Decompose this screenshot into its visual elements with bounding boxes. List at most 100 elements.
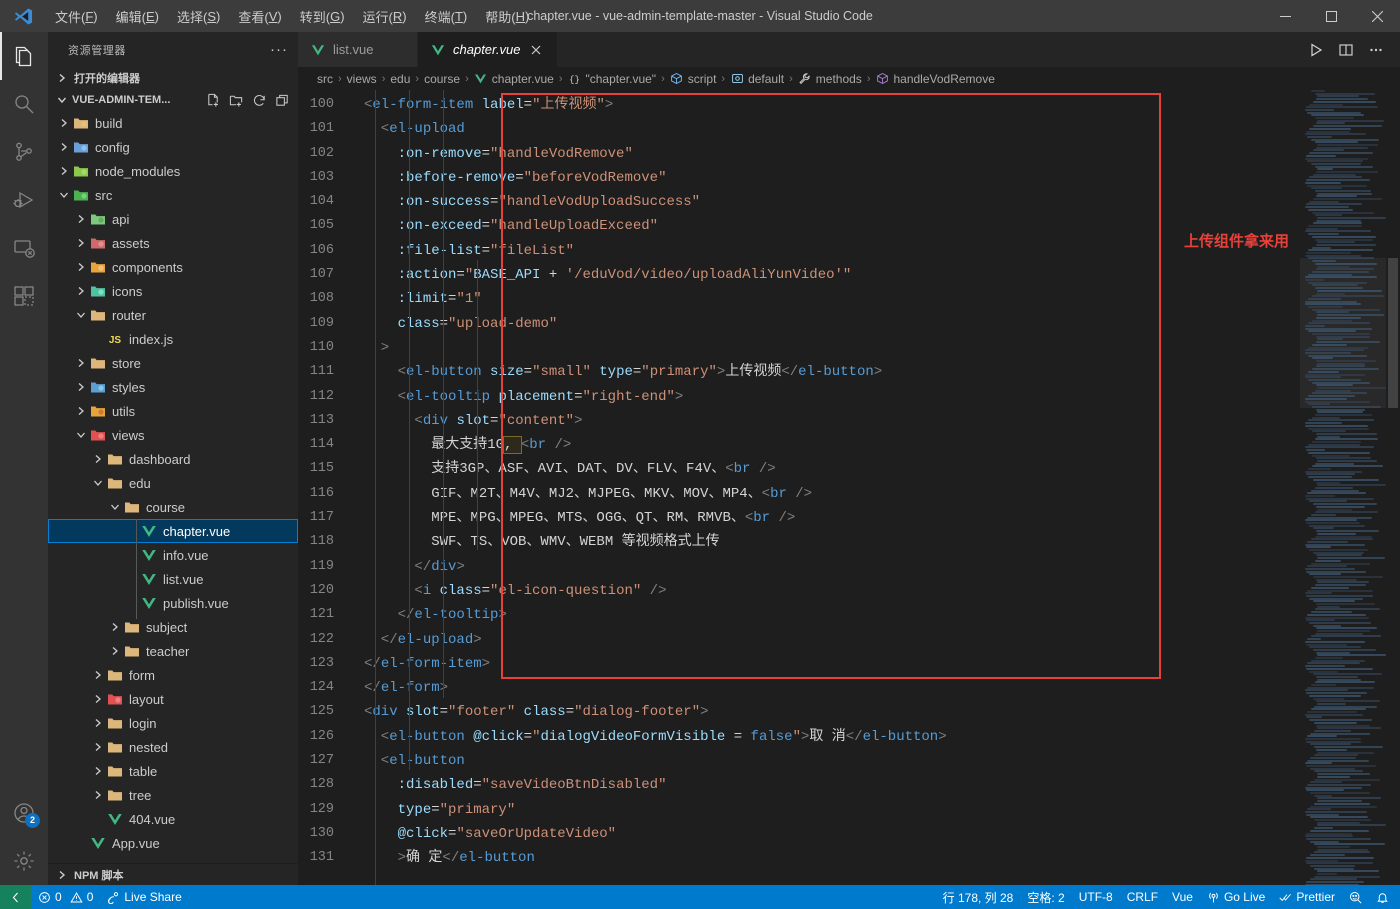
tree-folder-layout[interactable]: layout: [48, 687, 298, 711]
tree-folder-store[interactable]: store: [48, 351, 298, 375]
tree-folder-login[interactable]: login: [48, 711, 298, 735]
npm-scripts-section[interactable]: NPM 脚本: [48, 863, 298, 885]
tree-folder-node_modules[interactable]: node_modules: [48, 159, 298, 183]
code-line[interactable]: <i class="el-icon-question" />: [354, 579, 1300, 603]
tree-file-App-vue[interactable]: App.vue: [48, 831, 298, 855]
tree-folder-assets[interactable]: assets: [48, 231, 298, 255]
tree-folder-teacher[interactable]: teacher: [48, 639, 298, 663]
code-line[interactable]: 最大支持1G, <br />: [354, 433, 1300, 457]
code-line[interactable]: :before-remove="beforeVodRemove": [354, 166, 1300, 190]
tree-folder-build[interactable]: build: [48, 111, 298, 135]
tree-folder-src[interactable]: src: [48, 183, 298, 207]
menu-edit[interactable]: 编辑(E): [107, 4, 168, 28]
tree-folder-edu[interactable]: edu: [48, 471, 298, 495]
activity-search[interactable]: [0, 80, 48, 128]
activity-remote[interactable]: [0, 224, 48, 272]
menu-help[interactable]: 帮助(H): [476, 4, 538, 28]
code-line[interactable]: <el-tooltip placement="right-end">: [354, 385, 1300, 409]
tree-file-list-vue[interactable]: list.vue: [48, 567, 298, 591]
activity-run-debug[interactable]: [0, 176, 48, 224]
code-editor[interactable]: 100 101 102 103 104 105 106 107 108 109 110 111 112 1…: [298, 90, 1400, 885]
code-line[interactable]: >确 定</el-button: [354, 846, 1300, 870]
tree-folder-subject[interactable]: subject: [48, 615, 298, 639]
new-folder-icon[interactable]: [226, 90, 246, 110]
status-remote[interactable]: [0, 885, 31, 909]
status-notifications[interactable]: [1369, 885, 1396, 909]
code-line[interactable]: MPE、MPG、MPEG、MTS、OGG、QT、RM、RMVB、<br />: [354, 506, 1300, 530]
code-line[interactable]: </el-form>: [354, 676, 1300, 700]
open-editors-section[interactable]: 打开的编辑器: [48, 67, 298, 89]
code-line[interactable]: <el-button @click="dialogVideoFormVisibl…: [354, 725, 1300, 749]
code-line[interactable]: </el-upload>: [354, 628, 1300, 652]
breadcrumb-src[interactable]: src: [316, 72, 334, 86]
breadcrumb-symbol-handlevodremove[interactable]: handleVodRemove: [874, 72, 995, 86]
status-eol[interactable]: CRLF: [1120, 885, 1165, 909]
code-content[interactable]: 上传组件拿来用 <el-form-item label="上传视频"> <el-…: [354, 90, 1300, 885]
code-line[interactable]: </el-form-item>: [354, 652, 1300, 676]
tree-folder-styles[interactable]: styles: [48, 375, 298, 399]
status-indentation[interactable]: 空格: 2: [1020, 885, 1071, 909]
collapse-all-icon[interactable]: [272, 90, 292, 110]
tree-file-index-js[interactable]: JS index.js: [48, 327, 298, 351]
code-line[interactable]: <el-button: [354, 749, 1300, 773]
menu-selection[interactable]: 选择(S): [168, 4, 229, 28]
tab-list-vue[interactable]: list.vue: [298, 32, 418, 67]
more-actions-icon[interactable]: [1362, 36, 1390, 64]
minimize-button[interactable]: [1262, 0, 1308, 32]
status-live-share[interactable]: Live Share: [100, 885, 188, 909]
status-feedback[interactable]: [1342, 885, 1369, 909]
status-problems[interactable]: 0 0: [31, 885, 100, 909]
workspace-root-row[interactable]: VUE-ADMIN-TEM...: [48, 89, 298, 111]
status-language-mode[interactable]: Vue: [1165, 885, 1200, 909]
maximize-button[interactable]: [1308, 0, 1354, 32]
tree-folder-icons[interactable]: icons: [48, 279, 298, 303]
breadcrumb-course[interactable]: course: [423, 72, 461, 86]
breadcrumb-symbol-chapter[interactable]: {} "chapter.vue": [566, 72, 657, 86]
run-play-icon[interactable]: [1302, 36, 1330, 64]
breadcrumb-views[interactable]: views: [346, 72, 378, 86]
code-line[interactable]: <el-button size="small" type="primary">上…: [354, 360, 1300, 384]
code-line[interactable]: type="primary": [354, 798, 1300, 822]
tree-folder-course[interactable]: course: [48, 495, 298, 519]
code-line[interactable]: GIF、M2T、M4V、MJ2、MJPEG、MKV、MOV、MP4、<br />: [354, 482, 1300, 506]
tree-folder-dashboard[interactable]: dashboard: [48, 447, 298, 471]
tree-folder-views[interactable]: views: [48, 423, 298, 447]
status-go-live[interactable]: Go Live: [1200, 885, 1272, 909]
breadcrumb-symbol-default[interactable]: default: [729, 72, 785, 86]
tree-folder-components[interactable]: components: [48, 255, 298, 279]
code-line[interactable]: <div slot="footer" class="dialog-footer"…: [354, 700, 1300, 724]
code-line[interactable]: @click="saveOrUpdateVideo": [354, 822, 1300, 846]
code-scroll-area[interactable]: 100 101 102 103 104 105 106 107 108 109 110 111 112 1…: [298, 90, 1300, 885]
code-line[interactable]: class="upload-demo": [354, 312, 1300, 336]
code-line[interactable]: :action="BASE_API + '/eduVod/video/uploa…: [354, 263, 1300, 287]
explorer-more-actions-icon[interactable]: ···: [270, 42, 288, 57]
new-file-icon[interactable]: [203, 90, 223, 110]
activity-source-control[interactable]: [0, 128, 48, 176]
activity-explorer[interactable]: [0, 32, 48, 80]
code-line[interactable]: :disabled="saveVideoBtnDisabled": [354, 773, 1300, 797]
close-icon[interactable]: [527, 41, 545, 59]
tree-folder-utils[interactable]: utils: [48, 399, 298, 423]
tree-folder-table[interactable]: table: [48, 759, 298, 783]
activity-settings[interactable]: [0, 837, 48, 885]
code-line[interactable]: :on-exceed="handleUploadExceed": [354, 214, 1300, 238]
tree-file-chapter-vue[interactable]: chapter.vue: [48, 519, 298, 543]
split-editor-icon[interactable]: [1332, 36, 1360, 64]
code-line[interactable]: :file-list="fileList": [354, 239, 1300, 263]
tree-folder-nested[interactable]: nested: [48, 735, 298, 759]
tree-folder-router[interactable]: router: [48, 303, 298, 327]
code-line[interactable]: <el-upload: [354, 117, 1300, 141]
tree-folder-form[interactable]: form: [48, 663, 298, 687]
tree-file-info-vue[interactable]: info.vue: [48, 543, 298, 567]
menu-view[interactable]: 查看(V): [229, 4, 290, 28]
activity-accounts[interactable]: 2: [0, 789, 48, 837]
tree-folder-config[interactable]: config: [48, 135, 298, 159]
code-line[interactable]: SWF、TS、VOB、WMV、WEBM 等视频格式上传: [354, 530, 1300, 554]
menu-go[interactable]: 转到(G): [291, 4, 354, 28]
code-line[interactable]: <div slot="content">: [354, 409, 1300, 433]
code-line[interactable]: :on-remove="handleVodRemove": [354, 142, 1300, 166]
file-tree[interactable]: build config node_modules src api assets compo…: [48, 111, 298, 863]
code-line[interactable]: >: [354, 336, 1300, 360]
scrollbar-thumb[interactable]: [1388, 258, 1398, 408]
refresh-icon[interactable]: [249, 90, 269, 110]
